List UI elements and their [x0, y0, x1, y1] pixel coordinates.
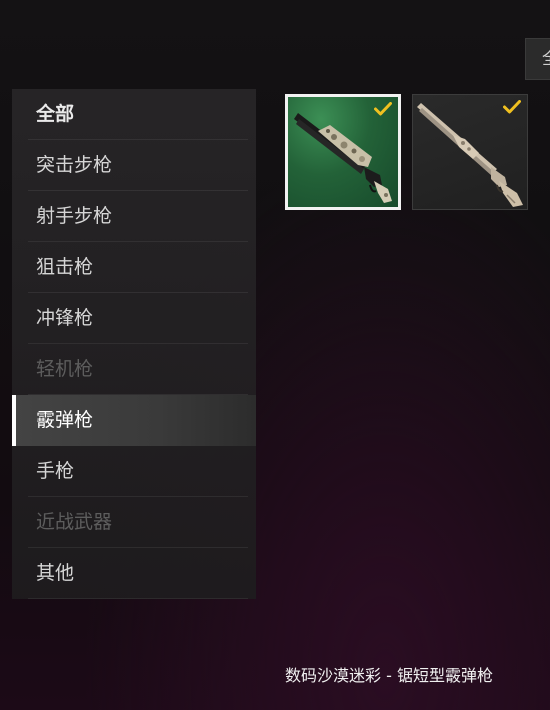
category-smg[interactable]: 冲锋枪 — [12, 293, 256, 344]
category-other[interactable]: 其他 — [12, 548, 256, 599]
owned-check-icon — [374, 102, 392, 116]
category-pistol[interactable]: 手枪 — [12, 446, 256, 497]
selection-indicator — [12, 395, 16, 446]
category-melee: 近战武器 — [12, 497, 256, 548]
category-marksman-rifle[interactable]: 射手步枪 — [12, 191, 256, 242]
category-label: 射手步枪 — [36, 205, 113, 227]
category-all[interactable]: 全部 — [12, 89, 256, 140]
skin-card-digital-desert-sawed-off[interactable] — [285, 94, 401, 210]
owned-check-icon — [503, 100, 521, 114]
category-label: 全部 — [36, 103, 75, 125]
category-label: 轻机枪 — [36, 358, 94, 380]
skin-card-pump-shotgun[interactable] — [412, 94, 528, 210]
divider — [28, 598, 248, 599]
category-sniper-rifle[interactable]: 狙击枪 — [12, 242, 256, 293]
category-assault-rifle[interactable]: 突击步枪 — [12, 140, 256, 191]
category-label: 手枪 — [36, 460, 75, 482]
selected-item-name: 数码沙漠迷彩 - 锯短型霰弹枪 — [285, 666, 493, 685]
category-lmg: 轻机枪 — [12, 344, 256, 395]
category-label: 霰弹枪 — [36, 409, 94, 431]
category-label: 狙击枪 — [36, 256, 94, 278]
filter-dropdown-button[interactable]: 全 — [525, 38, 550, 80]
category-label: 突击步枪 — [36, 154, 113, 176]
category-label: 近战武器 — [36, 511, 113, 533]
category-label: 其他 — [36, 562, 75, 584]
filter-dropdown-label: 全 — [542, 49, 550, 69]
category-shotgun[interactable]: 霰弹枪 — [12, 395, 256, 446]
category-label: 冲锋枪 — [36, 307, 94, 329]
weapon-category-sidebar: 全部 突击步枪 射手步枪 狙击枪 冲锋枪 轻机枪 霰弹枪 手枪 近战武器 其他 — [12, 89, 256, 599]
